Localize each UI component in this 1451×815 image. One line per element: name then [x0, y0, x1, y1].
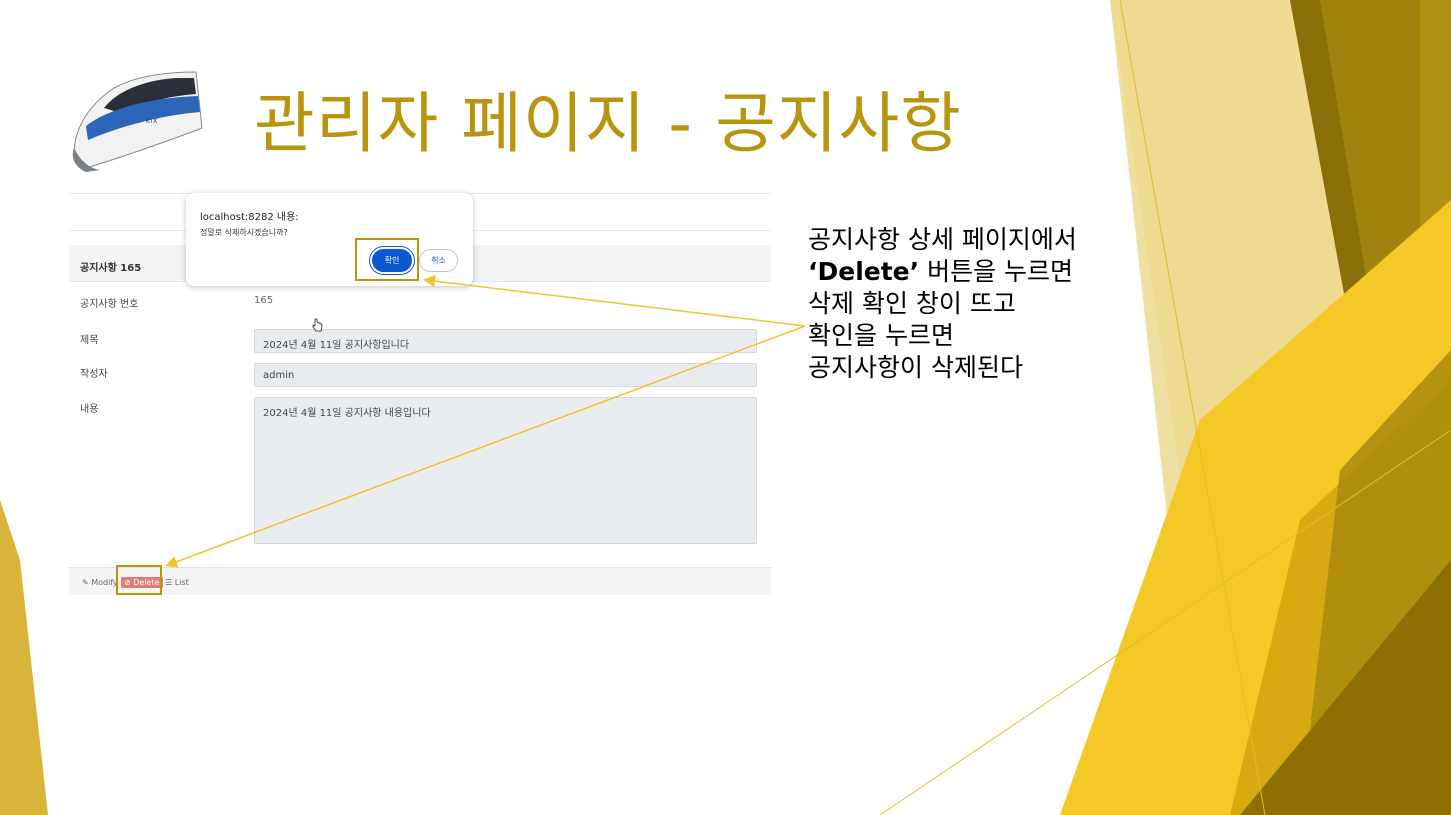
description-line-2: ‘Delete’ 버튼을 누르면: [808, 256, 1077, 288]
writer-field[interactable]: admin: [254, 363, 757, 387]
description-line-5: 공지사항이 삭제된다: [808, 353, 1023, 382]
card-footer: ✎ Modify ⊘ Delete ☰ List: [69, 567, 771, 595]
description-line-2-rest: 버튼을 누르면: [919, 257, 1074, 286]
description-line-1: 공지사항 상세 페이지에서: [808, 225, 1077, 254]
description-line-3: 삭제 확인 창이 뜨고: [808, 289, 1016, 318]
modify-label: Modify: [91, 578, 118, 587]
delete-highlight-box: [116, 565, 162, 595]
card-title: 공지사항 165: [80, 263, 142, 274]
delete-quoted: ‘Delete’: [808, 257, 920, 286]
number-value: 165: [254, 295, 274, 306]
list-icon: ☰: [165, 578, 173, 587]
list-button[interactable]: ☰ List: [165, 578, 189, 587]
hand-cursor-icon: [312, 318, 323, 332]
number-label: 공지사항 번호: [80, 299, 139, 310]
modify-button[interactable]: ✎ Modify: [82, 578, 118, 587]
ok-highlight-box: [355, 238, 419, 281]
dialog-message: 정말로 삭제하시겠습니까?: [200, 228, 288, 237]
list-label: List: [174, 578, 189, 587]
dialog-origin: localhost:8282 내용:: [200, 212, 299, 223]
pencil-icon: ✎: [82, 578, 89, 587]
slide-description: 공지사항 상세 페이지에서 ‘Delete’ 버튼을 누르면 삭제 확인 창이 …: [808, 224, 1077, 384]
content-field[interactable]: 2024년 4월 11일 공지사항 내용입니다: [254, 397, 757, 544]
ktx-train-icon: KTX: [72, 71, 203, 172]
description-line-4: 확인을 누르면: [808, 321, 954, 350]
title-label: 제목: [80, 335, 99, 346]
writer-label: 작성자: [80, 369, 108, 380]
confirm-dialog: localhost:8282 내용: 정말로 삭제하시겠습니까? 확인 취소: [186, 193, 473, 286]
confirm-cancel-button[interactable]: 취소: [419, 249, 458, 272]
svg-text:KTX: KTX: [146, 118, 157, 125]
slide-title: 관리자 페이지 - 공지사항: [254, 85, 962, 162]
title-field[interactable]: 2024년 4월 11일 공지사항입니다: [254, 329, 757, 353]
content-label: 내용: [80, 404, 99, 415]
